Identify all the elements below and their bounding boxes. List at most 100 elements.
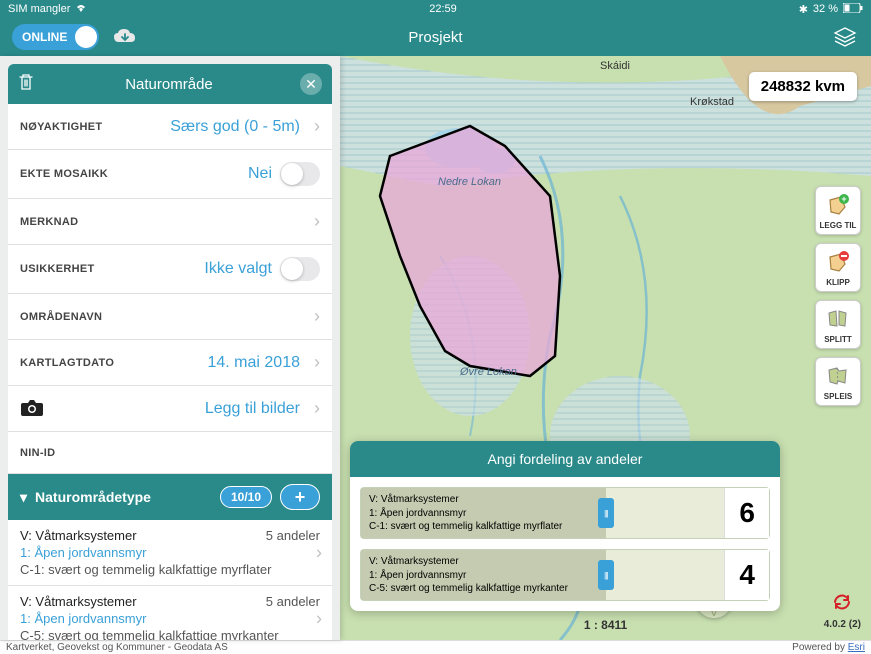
type-item[interactable]: V: Våtmarksystemer5 andeler 1: Åpen jord…	[8, 520, 332, 586]
map-label: Skáidi	[600, 60, 630, 72]
tool-label: SPLEIS	[824, 392, 852, 401]
distribution-panel: Angi fordeling av andeler V: Våtmarksyst…	[350, 441, 780, 611]
powered-text: Powered by	[792, 642, 848, 653]
map-label: Nedre Lokan	[438, 176, 501, 188]
note-row[interactable]: MERKNAD ›	[8, 199, 332, 245]
page-title: Prosjekt	[408, 29, 462, 46]
panel-header: Naturområde ✕	[8, 64, 332, 104]
tool-label: KLIPP	[826, 278, 850, 287]
chevron-right-icon: ›	[314, 211, 320, 232]
version-text: 4.0.2 (2)	[824, 619, 861, 630]
chevron-right-icon: ›	[314, 398, 320, 419]
mosaic-label: EKTE MOSAIKK	[20, 168, 108, 180]
uncertainty-label: USIKKERHET	[20, 263, 95, 275]
caret-down-icon: ▾	[20, 489, 27, 506]
add-type-button[interactable]: +	[280, 484, 320, 510]
battery-icon	[843, 3, 863, 16]
dist-line: C-1: svært og temmelig kalkfattige myrfl…	[369, 520, 716, 534]
chevron-right-icon: ›	[314, 306, 320, 327]
mosaic-value: Nei	[248, 165, 272, 183]
chevron-right-icon: ›	[316, 542, 322, 563]
type-main: 1: Åpen jordvannsmyr	[20, 611, 320, 626]
layers-button[interactable]	[831, 23, 859, 51]
toggle-knob	[75, 26, 97, 48]
chevron-right-icon: ›	[316, 608, 322, 629]
merge-tool-button[interactable]: SPLEIS	[815, 357, 861, 406]
online-toggle[interactable]: ONLINE	[12, 24, 99, 50]
mosaic-switch[interactable]	[280, 162, 320, 186]
type-system: V: Våtmarksystemer	[20, 528, 137, 543]
accuracy-row[interactable]: NØYAKTIGHET Særs god (0 - 5m) ›	[8, 104, 332, 150]
camera-icon	[20, 399, 44, 419]
distribution-item[interactable]: V: Våtmarksystemer 1: Åpen jordvannsmyr …	[360, 549, 770, 601]
dist-line: C-5: svært og temmelig kalkfattige myrka…	[369, 582, 716, 596]
photo-label: Legg til bilder	[205, 400, 300, 418]
distribution-value: 6	[724, 488, 769, 538]
polygon-merge-icon	[824, 362, 852, 390]
map-scale: 1 : 8411	[584, 618, 627, 632]
dist-line: V: Våtmarksystemer	[369, 493, 716, 507]
type-system: V: Våtmarksystemer	[20, 594, 137, 609]
map-label: Øvre Lokan	[460, 366, 517, 378]
chevron-right-icon: ›	[314, 352, 320, 373]
panel-title: Naturområde	[125, 76, 213, 93]
app-header: ONLINE Prosjekt	[0, 18, 871, 56]
date-label: KARTLAGTDATO	[20, 357, 114, 369]
distribution-item[interactable]: V: Våtmarksystemer 1: Åpen jordvannsmyr …	[360, 487, 770, 539]
type-sub: C-5: svært og temmelig kalkfattige myrka…	[20, 628, 320, 640]
distribution-title: Angi fordeling av andeler	[350, 441, 780, 477]
dist-line: 1: Åpen jordvannsmyr	[369, 569, 716, 583]
slider-handle[interactable]	[598, 560, 614, 590]
bluetooth-icon: ✱	[799, 3, 808, 16]
type-section-title: Naturområdetype	[35, 489, 151, 505]
uncertainty-row[interactable]: USIKKERHET Ikke valgt	[8, 245, 332, 294]
dist-line: V: Våtmarksystemer	[369, 555, 716, 569]
accuracy-value: Særs god (0 - 5m)	[170, 118, 300, 136]
type-item[interactable]: V: Våtmarksystemer 5 andeler 1: Åpen jord…	[8, 586, 332, 640]
areaname-row[interactable]: OMRÅDENAVN ›	[8, 294, 332, 340]
online-label: ONLINE	[14, 30, 67, 44]
mosaic-row[interactable]: EKTE MOSAIKK Nei	[8, 150, 332, 199]
polygon-split-icon	[824, 305, 852, 333]
areaname-label: OMRÅDENAVN	[20, 311, 102, 323]
accuracy-label: NØYAKTIGHET	[20, 121, 102, 133]
add-tool-button[interactable]: + LEGG TIL	[815, 186, 861, 235]
ninid-row: NIN-ID	[8, 432, 332, 474]
tool-label: SPLITT	[824, 335, 852, 344]
esri-link[interactable]: Esri	[848, 642, 865, 653]
footer: Kartverket, Geovekst og Kommuner - Geoda…	[0, 640, 871, 654]
type-section-header[interactable]: ▾ Naturområdetype 10/10 +	[8, 474, 332, 520]
type-count-pill: 10/10	[220, 486, 272, 508]
version-badge[interactable]: 4.0.2 (2)	[824, 593, 861, 630]
date-value: 14. mai 2018	[207, 354, 300, 372]
photo-row[interactable]: Legg til bilder ›	[8, 386, 332, 432]
feature-panel: Naturområde ✕ NØYAKTIGHET Særs god (0 - …	[0, 56, 340, 640]
clip-tool-button[interactable]: KLIPP	[815, 243, 861, 292]
uncertainty-value: Ikke valgt	[204, 260, 272, 278]
polygon-add-icon: +	[824, 191, 852, 219]
wifi-icon	[75, 3, 87, 16]
delete-button[interactable]	[18, 73, 38, 96]
uncertainty-switch[interactable]	[280, 257, 320, 281]
close-button[interactable]: ✕	[300, 73, 322, 95]
attribution-text: Kartverket, Geovekst og Kommuner - Geoda…	[6, 642, 228, 653]
svg-text:+: +	[841, 194, 846, 204]
carrier-text: SIM mangler	[8, 3, 70, 15]
distribution-value: 4	[724, 550, 769, 600]
date-row[interactable]: KARTLAGTDATO 14. mai 2018 ›	[8, 340, 332, 386]
map-label: Krøkstad	[690, 96, 734, 108]
type-shares: 5 andeler	[266, 594, 320, 609]
battery-text: 32 %	[813, 3, 838, 15]
slider-handle[interactable]	[598, 498, 614, 528]
ninid-label: NIN-ID	[20, 447, 55, 459]
type-sub: C-1: svært og temmelig kalkfattige myrfl…	[20, 562, 320, 577]
chevron-right-icon: ›	[314, 116, 320, 137]
dist-line: 1: Åpen jordvannsmyr	[369, 507, 716, 521]
split-tool-button[interactable]: SPLITT	[815, 300, 861, 349]
type-shares: 5 andeler	[266, 528, 320, 543]
sync-icon	[832, 593, 852, 617]
area-badge: 248832 kvm	[749, 72, 857, 101]
status-bar: SIM mangler 22:59 ✱ 32 %	[0, 0, 871, 18]
polygon-clip-icon	[824, 248, 852, 276]
download-button[interactable]	[109, 23, 141, 51]
